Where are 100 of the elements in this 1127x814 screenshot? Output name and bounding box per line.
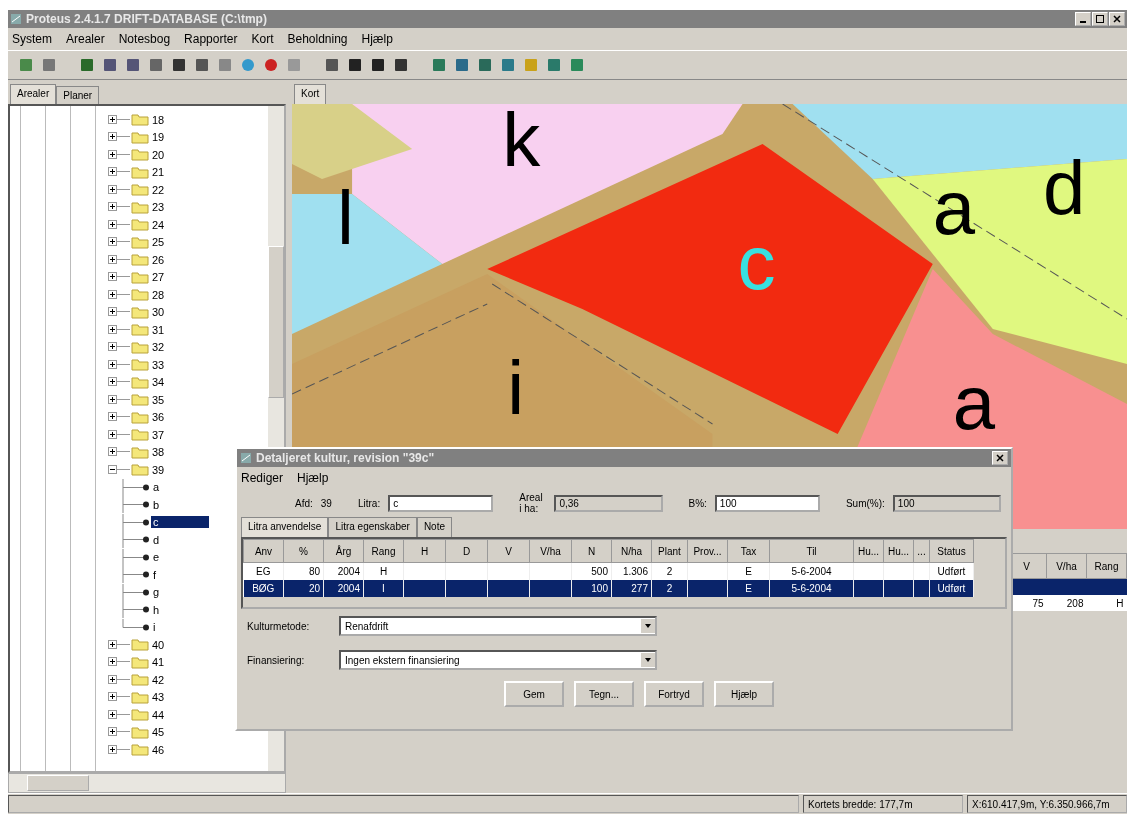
expander-icon[interactable]: [108, 324, 130, 335]
input-field[interactable]: c: [388, 494, 494, 512]
expander-icon[interactable]: [108, 447, 130, 458]
dialog-button[interactable]: Gem: [504, 681, 564, 707]
tree-item[interactable]: 18: [150, 113, 167, 126]
tree-item[interactable]: 28: [150, 288, 167, 301]
tree-item[interactable]: 41: [150, 656, 167, 669]
tree-item[interactable]: 21: [150, 166, 167, 179]
minimize-button[interactable]: [1075, 12, 1091, 26]
column-header[interactable]: N: [571, 539, 612, 563]
dialog-tab[interactable]: Litra egenskaber: [328, 517, 417, 537]
toolbar-icon[interactable]: [324, 57, 340, 73]
tree-item[interactable]: 38: [150, 446, 167, 459]
tree-item[interactable]: 25: [150, 236, 167, 249]
tree-item[interactable]: 44: [150, 708, 167, 721]
column-header[interactable]: H: [403, 539, 446, 563]
expander-icon[interactable]: [108, 744, 130, 755]
toolbar-icon[interactable]: [347, 57, 363, 73]
expander-icon[interactable]: [108, 219, 130, 230]
dropdown[interactable]: Renafdrift: [339, 616, 657, 636]
expander-icon[interactable]: [108, 114, 130, 125]
tree-item[interactable]: 33: [150, 358, 167, 371]
tree-item[interactable]: b: [151, 498, 162, 511]
expander-icon[interactable]: [108, 149, 130, 160]
column-header[interactable]: Status: [929, 539, 974, 563]
expander-icon[interactable]: [108, 429, 130, 440]
column-header[interactable]: Hu...: [883, 539, 914, 563]
menu-item[interactable]: System: [12, 32, 52, 46]
tree-item[interactable]: 36: [150, 411, 167, 424]
tree-item[interactable]: 42: [150, 673, 167, 686]
tree-item[interactable]: 39: [150, 463, 167, 476]
column-header[interactable]: V/ha: [1046, 553, 1087, 579]
tree-item[interactable]: 43: [150, 691, 167, 704]
expander-icon[interactable]: [108, 289, 130, 300]
column-header[interactable]: Rang: [1086, 553, 1127, 579]
tree-item[interactable]: 32: [150, 341, 167, 354]
dialog-button[interactable]: Hjælp: [714, 681, 774, 707]
close-button[interactable]: [1109, 12, 1125, 26]
expander-icon[interactable]: [108, 342, 130, 353]
expander-icon[interactable]: [108, 272, 130, 283]
tree-item[interactable]: 24: [150, 218, 167, 231]
column-header[interactable]: Hu...: [853, 539, 884, 563]
expander-icon[interactable]: [108, 692, 130, 703]
expander-icon[interactable]: [108, 394, 130, 405]
column-header[interactable]: Til: [769, 539, 854, 563]
toolbar-icon[interactable]: [125, 57, 141, 73]
column-header[interactable]: Anv: [243, 539, 284, 563]
column-header[interactable]: Plant: [651, 539, 688, 563]
expander-icon[interactable]: [108, 377, 130, 388]
column-header[interactable]: Tax: [727, 539, 770, 563]
menu-item[interactable]: Arealer: [66, 32, 105, 46]
tree-item[interactable]: c: [151, 516, 209, 529]
dialog-button[interactable]: Tegn...: [574, 681, 634, 707]
panel-tab[interactable]: Planer: [56, 86, 100, 104]
tree-item[interactable]: 45: [150, 726, 167, 739]
tree-item[interactable]: a: [151, 481, 162, 494]
expander-icon[interactable]: [108, 657, 130, 668]
expander-icon[interactable]: [108, 359, 130, 370]
expander-icon[interactable]: [108, 184, 130, 195]
menu-item[interactable]: Rapporter: [184, 32, 238, 46]
tree-item[interactable]: i: [151, 621, 158, 634]
toolbar-icon[interactable]: [194, 57, 210, 73]
tree-item[interactable]: 37: [150, 428, 167, 441]
expander-icon[interactable]: [108, 727, 130, 738]
dialog-button[interactable]: Fortryd: [644, 681, 704, 707]
expander-icon[interactable]: [108, 167, 130, 178]
tree-item[interactable]: e: [151, 551, 162, 564]
tree-item[interactable]: 30: [150, 306, 167, 319]
toolbar-icon[interactable]: [393, 57, 409, 73]
tree-item[interactable]: 27: [150, 271, 167, 284]
toolbar-icon[interactable]: [102, 57, 118, 73]
menu-item[interactable]: Notesbog: [118, 32, 171, 46]
toolbar-icon[interactable]: [171, 57, 187, 73]
column-header[interactable]: Prov...: [687, 539, 728, 563]
tree-item[interactable]: g: [151, 586, 162, 599]
expander-icon[interactable]: [108, 307, 130, 318]
input-field[interactable]: 100: [714, 494, 820, 512]
dialog-tab[interactable]: Litra anvendelse: [241, 517, 329, 537]
expander-icon[interactable]: [108, 202, 130, 213]
tree-item[interactable]: 22: [150, 183, 167, 196]
close-button[interactable]: [992, 451, 1008, 465]
map-tab[interactable]: Kort: [294, 84, 327, 104]
tree-item[interactable]: f: [151, 568, 159, 581]
tree-item[interactable]: 34: [150, 376, 167, 389]
expander-icon[interactable]: [108, 254, 130, 265]
tree-item[interactable]: 23: [150, 201, 167, 214]
column-header[interactable]: D: [445, 539, 488, 563]
column-header[interactable]: N/ha: [611, 539, 652, 563]
tree-item[interactable]: 46: [150, 743, 167, 756]
panel-tab[interactable]: Arealer: [10, 84, 57, 104]
toolbar-icon[interactable]: [370, 57, 386, 73]
tree-item[interactable]: 19: [150, 131, 167, 144]
expander-icon[interactable]: [108, 709, 130, 720]
tree-item[interactable]: 26: [150, 253, 167, 266]
expander-icon[interactable]: [108, 412, 130, 423]
tree-item[interactable]: d: [151, 533, 162, 546]
column-header[interactable]: V/ha: [529, 539, 572, 563]
column-header[interactable]: V: [487, 539, 530, 563]
menu-item[interactable]: Rediger: [241, 471, 284, 485]
column-header[interactable]: Årg: [323, 539, 364, 563]
